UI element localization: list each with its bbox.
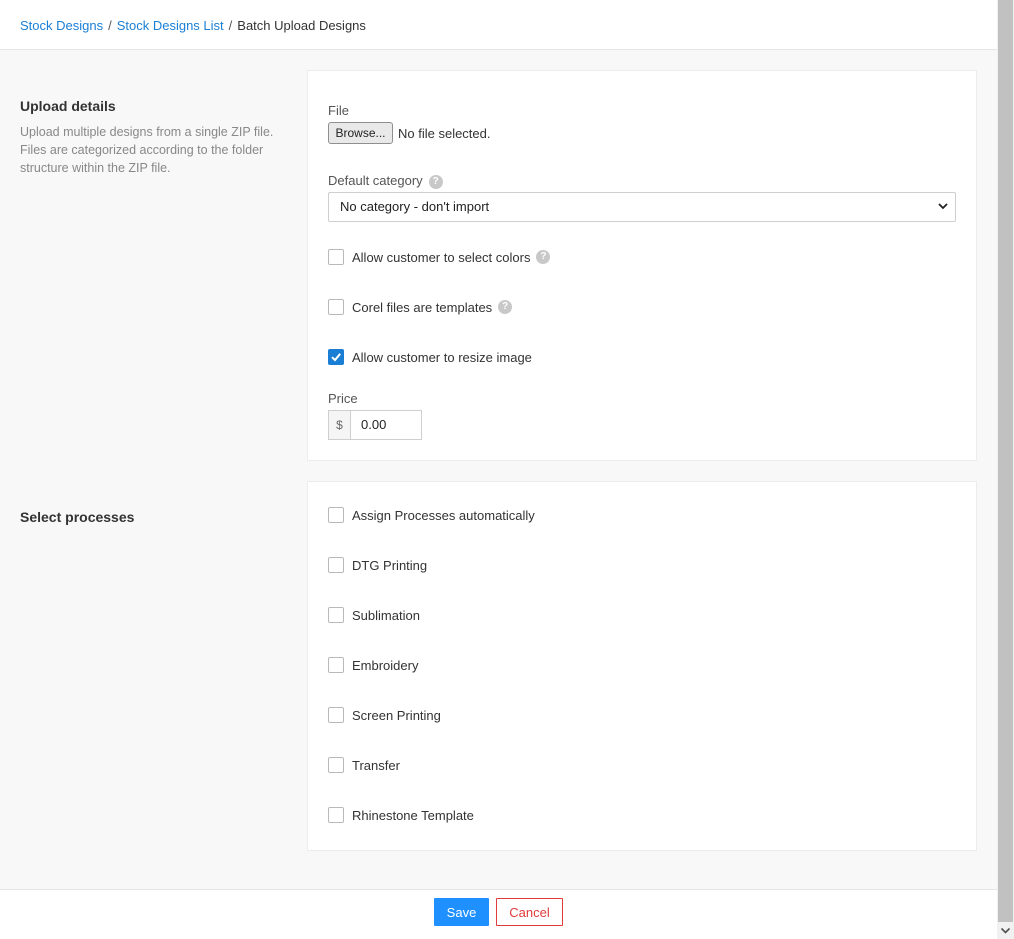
process-item[interactable]: Rhinestone Template bbox=[328, 807, 474, 823]
corel-templates-label: Corel files are templates bbox=[352, 299, 493, 315]
processes-card: Assign Processes automatically DTG Print… bbox=[307, 481, 977, 851]
page: Stock Designs / Stock Designs List / Batch U… bbox=[0, 0, 997, 939]
default-category-label-row: Default category? bbox=[328, 173, 443, 189]
process-label: Embroidery bbox=[352, 657, 419, 673]
chevron-down-icon bbox=[937, 193, 949, 221]
process-checkbox[interactable] bbox=[328, 557, 344, 573]
upload-details-title: Upload details bbox=[20, 98, 116, 114]
form-footer: Save Cancel bbox=[0, 889, 997, 939]
default-category-label: Default category bbox=[328, 173, 423, 188]
browse-button[interactable]: Browse... bbox=[328, 122, 393, 144]
select-processes-section: Select processes bbox=[20, 509, 134, 525]
process-label: DTG Printing bbox=[352, 557, 428, 573]
check-icon bbox=[331, 353, 341, 362]
process-checkbox[interactable] bbox=[328, 607, 344, 623]
upload-details-card: File Browse... No file selected. Default… bbox=[307, 70, 977, 461]
default-category-value: No category - don't import bbox=[340, 199, 490, 214]
question-circle-icon[interactable]: ? bbox=[498, 300, 513, 314]
cancel-button[interactable]: Cancel bbox=[496, 898, 563, 926]
allow-colors-checkbox[interactable] bbox=[328, 249, 344, 265]
save-button[interactable]: Save bbox=[434, 898, 489, 926]
currency-addon: $ bbox=[328, 410, 350, 440]
default-category-select[interactable]: No category - don't import bbox=[328, 192, 956, 222]
price-input[interactable]: 0.00 bbox=[350, 410, 422, 440]
allow-colors-label: Allow customer to select colors bbox=[352, 249, 531, 265]
select-processes-title: Select processes bbox=[20, 509, 135, 525]
process-item[interactable]: DTG Printing bbox=[328, 557, 427, 573]
process-checkbox[interactable] bbox=[328, 757, 344, 773]
upload-details-section: Upload details Upload multiple designs f… bbox=[20, 98, 280, 177]
process-label: Transfer bbox=[352, 757, 400, 773]
upload-details-description: Upload multiple designs from a single ZI… bbox=[20, 125, 274, 175]
process-item[interactable]: Assign Processes automatically bbox=[328, 507, 535, 523]
question-circle-icon[interactable]: ? bbox=[536, 250, 551, 264]
process-item[interactable]: Embroidery bbox=[328, 657, 418, 673]
process-item[interactable]: Screen Printing bbox=[328, 707, 441, 723]
file-label: File bbox=[328, 103, 349, 118]
resize-image-row[interactable]: Allow customer to resize image bbox=[328, 349, 532, 365]
process-item[interactable]: Sublimation bbox=[328, 607, 420, 623]
process-label: Rhinestone Template bbox=[352, 807, 474, 823]
process-checkbox[interactable] bbox=[328, 807, 344, 823]
breadcrumb: Stock Designs / Stock Designs List / Batch U… bbox=[0, 0, 997, 50]
question-circle-icon[interactable]: ? bbox=[428, 174, 443, 189]
scroll-down-arrow-icon[interactable] bbox=[997, 922, 1014, 939]
process-checkbox[interactable] bbox=[328, 507, 344, 523]
allow-colors-row[interactable]: Allow customer to select colors ? bbox=[328, 249, 551, 265]
process-label: Screen Printing bbox=[352, 707, 441, 723]
file-status: No file selected. bbox=[398, 126, 491, 141]
breadcrumb-stock-designs[interactable]: Stock Designs bbox=[20, 18, 103, 33]
breadcrumb-stock-designs-list[interactable]: Stock Designs List bbox=[117, 18, 224, 33]
resize-image-checkbox[interactable] bbox=[328, 349, 344, 365]
vertical-scrollbar[interactable] bbox=[997, 0, 1014, 939]
price-label: Price bbox=[328, 391, 358, 406]
breadcrumb-current: Batch Upload Designs bbox=[237, 18, 366, 33]
process-checkbox[interactable] bbox=[328, 707, 344, 723]
price-input-group: $ 0.00 bbox=[328, 410, 422, 440]
process-label: Assign Processes automatically bbox=[352, 507, 535, 523]
breadcrumb-separator: / bbox=[228, 18, 233, 33]
process-label: Sublimation bbox=[352, 607, 420, 623]
scrollbar-thumb[interactable] bbox=[998, 0, 1013, 922]
breadcrumb-separator: / bbox=[108, 18, 112, 33]
process-item[interactable]: Transfer bbox=[328, 757, 400, 773]
corel-templates-checkbox[interactable] bbox=[328, 299, 344, 315]
process-checkbox[interactable] bbox=[328, 657, 344, 673]
corel-templates-row[interactable]: Corel files are templates ? bbox=[328, 299, 513, 315]
resize-image-label: Allow customer to resize image bbox=[352, 349, 532, 365]
